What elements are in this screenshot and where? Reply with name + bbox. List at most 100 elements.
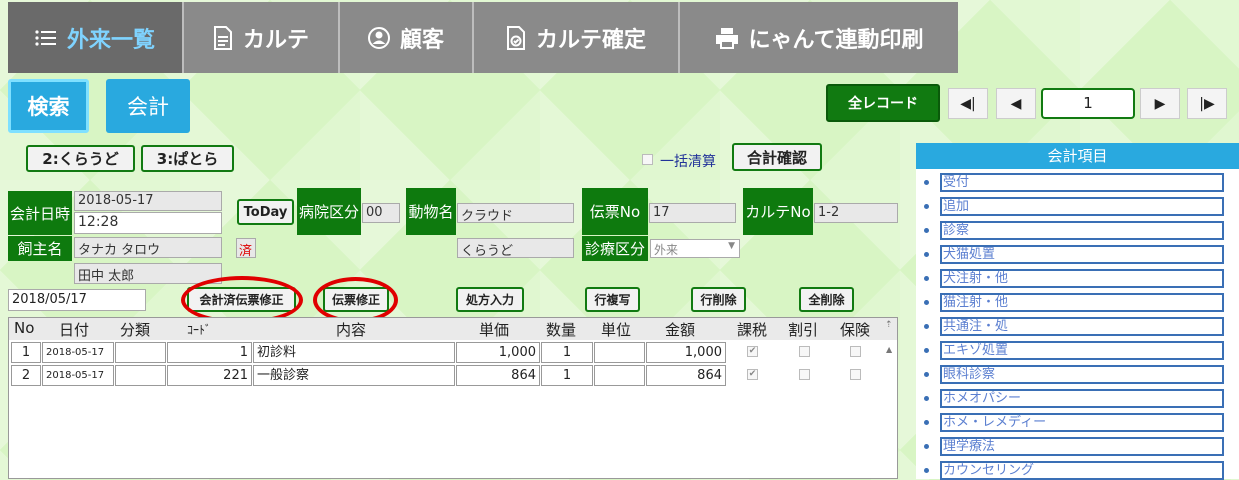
header-category: 分類 [120,321,151,339]
accounting-item[interactable]: ホメオパシー [940,389,1224,408]
kaikei-button[interactable]: 会計 [106,79,190,133]
accounting-items-panel: 会計項目 受付追加診察犬猫処置犬注射・他猫注射・他共通注・処エキゾ処置眼科診察ホ… [916,143,1239,480]
bullet-icon [924,324,929,329]
insurance-checkbox[interactable] [850,346,861,357]
tax-checkbox[interactable]: ✔ [747,346,758,357]
cell-price[interactable]: 864 [456,365,540,386]
slip-no-field[interactable]: 17 [649,203,736,223]
chevron-down-icon: ▼ [728,241,735,251]
bulk-settle-checkbox[interactable] [642,154,653,165]
bullet-icon [924,444,929,449]
hospital-division-field[interactable]: 00 [362,203,400,223]
header-tax: 課税 [737,321,768,339]
owner-kana-field[interactable]: タナカ タロウ [74,237,222,258]
accounting-item[interactable]: 犬注射・他 [940,269,1224,288]
document-check-icon [506,25,525,50]
total-confirm-button[interactable]: 合計確認 [732,143,822,171]
row-copy-button[interactable]: 行複写 [585,287,640,312]
owner-name-field[interactable]: 田中 太郎 [74,263,222,284]
next-record-button[interactable]: ▶ [1140,88,1180,119]
bullet-icon [924,204,929,209]
cell-content[interactable]: 初診料 [253,342,455,363]
entry-date-input[interactable]: 2018/05/17 [8,289,146,311]
header-price: 単価 [479,321,510,339]
animal-name-label: 動物名 [406,188,456,235]
list-icon [35,29,56,46]
group-cloud-button[interactable]: 2:くらうど [26,145,135,172]
tab-karte-confirm[interactable]: カルテ確定 [474,2,680,73]
cell-unit[interactable] [594,365,645,386]
header-amount: 金額 [665,321,696,339]
accounting-item[interactable]: 眼科診察 [940,365,1224,384]
accounting-item[interactable]: 受付 [940,173,1224,192]
accounting-item[interactable]: 共通注・処 [940,317,1224,336]
tab-customer[interactable]: 顧客 [340,2,474,73]
header-insurance: 保険 [840,321,871,339]
accounting-item[interactable]: 犬猫処置 [940,245,1224,264]
cell-no: 1 [11,342,41,363]
tab-karte[interactable]: カルテ [184,2,340,73]
accounting-time-field[interactable]: 12:28 [74,212,222,234]
panel-title: 会計項目 [916,143,1239,169]
cell-amount[interactable]: 1,000 [646,342,726,363]
bullet-icon [924,372,929,377]
cell-content[interactable]: 一般診察 [253,365,455,386]
scroll-up-arrow-icon[interactable]: ▲ [886,345,892,354]
group-patra-button[interactable]: 3:ぱとら [141,145,234,172]
bullet-icon [924,300,929,305]
karte-no-field[interactable]: 1-2 [814,203,898,223]
cell-date[interactable]: 2018-05-17 [42,365,114,386]
row-delete-button[interactable]: 行削除 [691,287,746,312]
scroll-up-icon[interactable]: ⇡ [885,320,893,330]
header-no: No [14,319,35,337]
slip-no-label: 伝票No [582,188,648,235]
cell-qty[interactable]: 1 [541,365,593,386]
animal-name-field[interactable]: クラウド [457,203,574,224]
accounting-item[interactable]: 猫注射・他 [940,293,1224,312]
delete-all-button[interactable]: 全削除 [799,287,854,312]
cell-code[interactable]: 221 [167,365,252,386]
header-content: 内容 [336,321,367,339]
bullet-icon [924,252,929,257]
prev-record-button[interactable]: ◀ [996,88,1036,119]
cell-date[interactable]: 2018-05-17 [42,342,114,363]
cell-code[interactable]: 1 [167,342,252,363]
accounting-date-field[interactable]: 2018-05-17 [74,191,222,211]
bullet-icon [924,228,929,233]
accounting-item[interactable]: 追加 [940,197,1224,216]
cell-qty[interactable]: 1 [541,342,593,363]
accounting-item[interactable]: ホメ・レメディー [940,413,1224,432]
discount-checkbox[interactable] [799,346,810,357]
all-records-button[interactable]: 全レコード [826,84,940,122]
insurance-checkbox[interactable] [850,369,861,380]
search-button[interactable]: 検索 [8,79,89,133]
top-nav: 外来一覧 カルテ 顧客 カルテ確定 にゃんて連動印刷 [8,2,958,73]
discount-checkbox[interactable] [799,369,810,380]
header-qty: 数量 [546,321,577,339]
bullet-icon [924,420,929,425]
tax-checkbox[interactable]: ✔ [747,369,758,380]
cell-price[interactable]: 1,000 [456,342,540,363]
cell-unit[interactable] [594,342,645,363]
today-button[interactable]: ToDay [237,199,294,225]
tab-outpatient-list[interactable]: 外来一覧 [8,2,184,73]
last-record-button[interactable]: |▶ [1187,88,1227,119]
cell-category[interactable] [115,365,166,386]
accounting-item[interactable]: カウンセリング [940,461,1224,480]
care-division-select[interactable]: 外来 ▼ [650,239,740,258]
cell-category[interactable] [115,342,166,363]
page-number-input[interactable]: 1 [1041,88,1135,119]
first-record-button[interactable]: ◀| [948,88,988,119]
accounting-datetime-label: 会計日時 [8,191,72,235]
tab-label: カルテ確定 [535,27,646,53]
tab-nyante-print[interactable]: にゃんて連動印刷 [680,2,958,73]
animal-kana-field[interactable]: くらうど [457,238,574,259]
accounting-item[interactable]: エキゾ処置 [940,341,1224,360]
accounting-item[interactable]: 理学療法 [940,437,1224,456]
karte-no-label: カルテNo [743,188,813,235]
cell-amount[interactable]: 864 [646,365,726,386]
accounting-item[interactable]: 診察 [940,221,1224,240]
prescription-input-button[interactable]: 処方入力 [456,287,524,312]
tab-label: にゃんて連動印刷 [748,27,924,53]
tab-label: 顧客 [399,27,444,53]
